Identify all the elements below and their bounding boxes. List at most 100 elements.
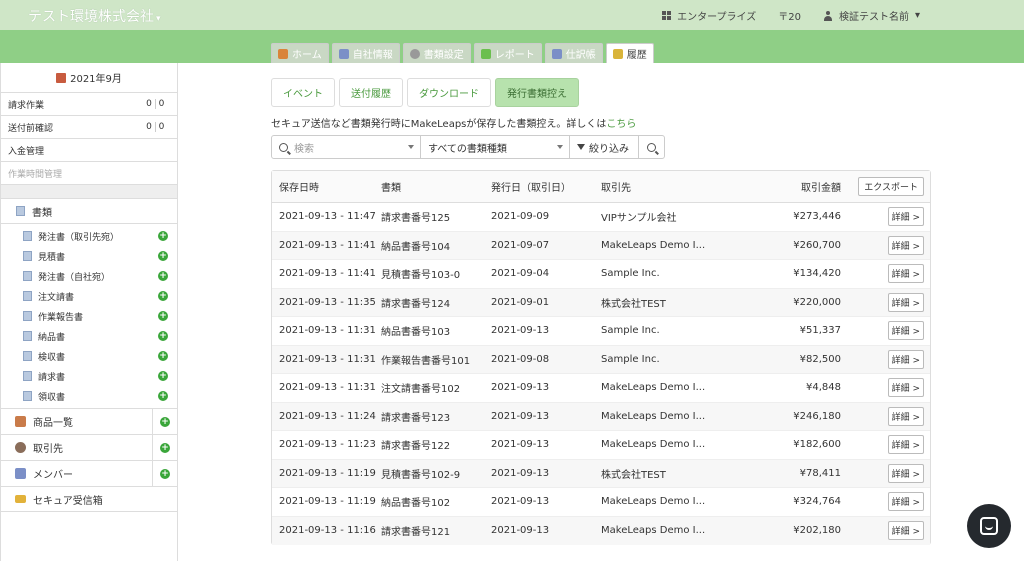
sidebar-item-billing-work[interactable]: 請求作業 0 0 bbox=[1, 93, 177, 116]
issue-date-cell: 2021-09-13 bbox=[491, 525, 550, 537]
sidebar-item-payment-management[interactable]: 入金管理 bbox=[1, 139, 177, 162]
document-type-select[interactable]: すべての書類種類 bbox=[421, 136, 570, 158]
search-button[interactable] bbox=[639, 136, 664, 158]
subtab-events[interactable]: イベント bbox=[271, 78, 335, 107]
details-button[interactable]: 詳細 > bbox=[887, 321, 924, 341]
table-row: 2021-09-13 - 11:19 見積書番号102-9 2021-09-13 株式… bbox=[272, 459, 930, 488]
column-header-saved-at[interactable]: 保存日時 bbox=[272, 179, 381, 194]
tab-document-settings[interactable]: 書類設定 bbox=[402, 43, 471, 63]
subtab-issued-copies[interactable]: 発行書類控え bbox=[495, 78, 579, 107]
document-cell: 納品書番号103 bbox=[381, 327, 451, 339]
sidebar-item-secure-inbox[interactable]: セキュア受信箱 bbox=[1, 486, 177, 512]
user-menu[interactable]: 検証テスト名前 ▾ bbox=[823, 8, 920, 23]
add-icon[interactable]: + bbox=[158, 231, 168, 241]
client-cell: MakeLeaps Demo I... bbox=[601, 496, 706, 508]
add-icon[interactable]: + bbox=[158, 251, 168, 261]
amount-cell: ¥4,848 bbox=[806, 382, 841, 394]
client-cell: 株式会社TEST bbox=[601, 298, 666, 310]
client-cell: MakeLeaps Demo I... bbox=[601, 239, 706, 251]
sidebar-item-receipt[interactable]: 領収書 + bbox=[1, 386, 177, 406]
calendar-icon bbox=[56, 72, 67, 83]
sidebar-item-purchase-order-own[interactable]: 発注書（自社宛） + bbox=[1, 266, 177, 286]
chevron-down-icon bbox=[557, 145, 563, 149]
details-button[interactable]: 詳細 > bbox=[887, 492, 924, 512]
plan-menu[interactable]: エンタープライズ bbox=[662, 8, 756, 23]
sidebar-item-clients[interactable]: 取引先 + bbox=[1, 434, 177, 461]
tab-history[interactable]: 履歴 bbox=[605, 43, 654, 63]
sidebar-item-label: 請求書 bbox=[38, 372, 66, 383]
tab-home[interactable]: ホーム bbox=[271, 43, 329, 63]
search-input[interactable]: 検索 bbox=[272, 136, 421, 158]
chat-launcher-button[interactable] bbox=[967, 504, 1011, 548]
add-icon[interactable]: + bbox=[158, 371, 168, 381]
document-cell: 請求書番号124 bbox=[381, 298, 451, 310]
filter-button[interactable]: 絞り込み bbox=[570, 136, 639, 158]
sidebar-item-order-acceptance[interactable]: 注文請書 + bbox=[1, 286, 177, 306]
column-header-amount[interactable]: 取引金額 bbox=[711, 179, 841, 194]
count-label: 〒20 bbox=[778, 12, 801, 23]
table-row: 2021-09-13 - 11:31 作業報告書番号101 2021-09-08 Sa… bbox=[272, 345, 930, 374]
subtab-send-history[interactable]: 送付履歴 bbox=[339, 78, 403, 107]
sidebar-item-time-management[interactable]: 作業時間管理 bbox=[1, 162, 177, 185]
tab-reports[interactable]: レポート bbox=[473, 43, 542, 63]
subtab-downloads[interactable]: ダウンロード bbox=[407, 78, 491, 107]
plan-label: エンタープライズ bbox=[677, 12, 757, 23]
sidebar-item-label: 納品書 bbox=[38, 332, 66, 343]
details-link[interactable]: こちら bbox=[606, 119, 636, 130]
details-button[interactable]: 詳細 > bbox=[887, 264, 924, 284]
add-icon[interactable]: + bbox=[158, 391, 168, 401]
details-button[interactable]: 詳細 > bbox=[887, 378, 924, 398]
column-header-issue-date[interactable]: 発行日（取引日） bbox=[491, 179, 601, 194]
sidebar-item-delivery-note[interactable]: 納品書 + bbox=[1, 326, 177, 346]
details-button[interactable]: 詳細 > bbox=[887, 207, 924, 227]
saved-at-cell: 2021-09-13 - 11:31 bbox=[279, 382, 376, 394]
column-header-client[interactable]: 取引先 bbox=[601, 179, 711, 194]
add-icon[interactable]: + bbox=[158, 271, 168, 281]
add-icon[interactable]: + bbox=[160, 468, 170, 479]
saved-at-cell: 2021-09-13 - 11:35 bbox=[279, 296, 376, 308]
sidebar-item-inspection[interactable]: 検収書 + bbox=[1, 346, 177, 366]
client-icon bbox=[15, 442, 26, 453]
add-icon[interactable]: + bbox=[158, 351, 168, 361]
column-header-document[interactable]: 書類 bbox=[381, 179, 491, 194]
saved-at-cell: 2021-09-13 - 11:47 bbox=[279, 211, 376, 223]
sidebar-item-label: 入金管理 bbox=[8, 146, 45, 157]
amount-cell: ¥134,420 bbox=[793, 268, 841, 280]
add-icon[interactable]: + bbox=[160, 416, 170, 427]
add-icon[interactable]: + bbox=[158, 331, 168, 341]
sidebar-item-invoice[interactable]: 請求書 + bbox=[1, 366, 177, 386]
client-cell: MakeLeaps Demo I... bbox=[601, 525, 706, 537]
details-button[interactable]: 詳細 > bbox=[887, 292, 924, 312]
grid-icon bbox=[662, 11, 672, 20]
sidebar-item-purchase-order-client[interactable]: 発注書（取引先宛） + bbox=[1, 226, 177, 246]
page-description: セキュア送信など書類発行時にMakeLeapsが保存した書類控え。詳しくはこちら bbox=[271, 115, 636, 130]
month-selector[interactable]: 2021年9月 bbox=[1, 63, 177, 93]
details-button[interactable]: 詳細 > bbox=[887, 406, 924, 426]
details-button[interactable]: 詳細 > bbox=[887, 463, 924, 483]
sidebar-section-documents[interactable]: 書類 bbox=[1, 199, 177, 224]
details-button[interactable]: 詳細 > bbox=[887, 435, 924, 455]
tab-company-info[interactable]: 自社情報 bbox=[331, 43, 400, 63]
count-indicator[interactable]: 〒20 bbox=[778, 8, 801, 23]
sidebar-item-products[interactable]: 商品一覧 + bbox=[1, 408, 177, 435]
issue-date-cell: 2021-09-13 bbox=[491, 325, 550, 337]
company-switcher[interactable]: テスト環境株式会社 ▾ bbox=[28, 6, 161, 26]
gear-icon bbox=[409, 48, 420, 59]
details-button[interactable]: 詳細 > bbox=[887, 521, 924, 541]
sidebar-item-members[interactable]: メンバー + bbox=[1, 460, 177, 487]
document-cell: 見積書番号103-0 bbox=[381, 270, 461, 282]
details-button[interactable]: 詳細 > bbox=[887, 349, 924, 369]
tab-journal[interactable]: 仕訳帳 bbox=[544, 43, 603, 63]
sidebar-item-label: 検収書 bbox=[38, 352, 66, 363]
sidebar-item-work-report[interactable]: 作業報告書 + bbox=[1, 306, 177, 326]
details-button[interactable]: 詳細 > bbox=[887, 235, 924, 255]
description-text: セキュア送信など書類発行時にMakeLeapsが保存した書類控え。詳しくは bbox=[271, 119, 607, 130]
sidebar-item-quote[interactable]: 見積書 + bbox=[1, 246, 177, 266]
add-icon[interactable]: + bbox=[158, 311, 168, 321]
add-icon[interactable]: + bbox=[158, 291, 168, 301]
export-button[interactable]: エクスポート bbox=[858, 177, 924, 196]
table-row: 2021-09-13 - 11:41 見積書番号103-0 2021-09-04 Sa… bbox=[272, 260, 930, 289]
sidebar-item-label: 発注書（自社宛） bbox=[38, 272, 111, 283]
sidebar-item-pre-send-check[interactable]: 送付前確認 0 0 bbox=[1, 116, 177, 139]
add-icon[interactable]: + bbox=[160, 442, 170, 453]
